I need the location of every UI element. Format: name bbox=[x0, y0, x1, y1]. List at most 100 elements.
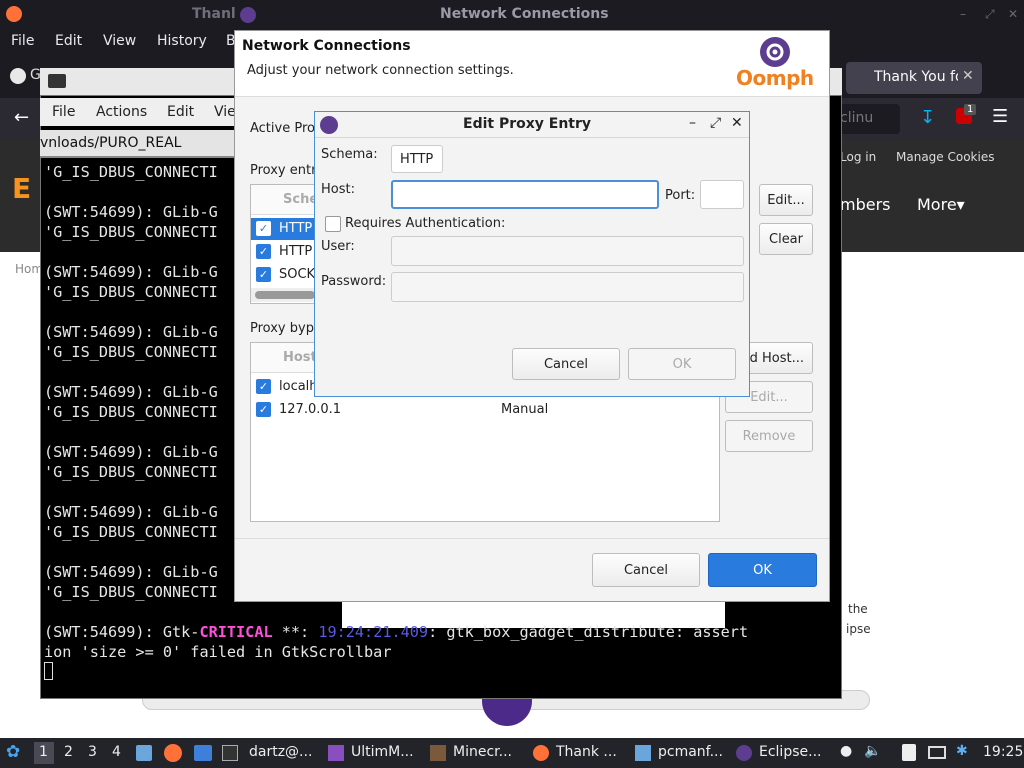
workspace-4[interactable]: 4 bbox=[112, 744, 121, 760]
checkbox[interactable]: ✓ bbox=[256, 402, 271, 417]
edit-proxy-button[interactable]: Edit... bbox=[759, 184, 813, 216]
workspace-2[interactable]: 2 bbox=[64, 744, 73, 760]
back-icon[interactable]: ← bbox=[14, 107, 29, 128]
notification-badge: 1 bbox=[964, 104, 977, 115]
task-minecraft[interactable]: Minecr... bbox=[453, 744, 512, 760]
microphone-icon[interactable]: ● bbox=[840, 743, 852, 759]
volume-icon[interactable]: 🔈 bbox=[864, 743, 881, 759]
nav-members[interactable]: mbers bbox=[840, 195, 891, 214]
table-row[interactable]: ✓ HTTP bbox=[251, 241, 319, 263]
checkbox[interactable]: ✓ bbox=[256, 221, 271, 236]
edit-proxy-titlebar: Edit Proxy Entry – ⤢ ✕ bbox=[315, 112, 749, 138]
file-manager-icon[interactable] bbox=[136, 745, 152, 761]
download-icon[interactable]: ↧ bbox=[920, 107, 935, 128]
maximize-icon[interactable]: ⤢ bbox=[710, 115, 721, 131]
bypass-host: 127.0.0.1 bbox=[279, 402, 342, 417]
network-icon[interactable] bbox=[928, 746, 946, 759]
clear-proxy-button[interactable]: Clear bbox=[759, 223, 813, 255]
checkbox[interactable]: ✓ bbox=[256, 244, 271, 259]
start-menu-icon[interactable]: ✿ bbox=[6, 742, 20, 762]
terminal-line: 'G_IS_DBUS_CONNECTI bbox=[44, 583, 218, 601]
requires-auth-label[interactable]: Requires Authentication: bbox=[345, 216, 505, 231]
ok-button[interactable]: OK bbox=[708, 553, 817, 587]
menu-file[interactable]: File bbox=[11, 33, 34, 49]
tab-thank-you[interactable]: Thank You fo ✕ bbox=[846, 62, 982, 94]
menu-view[interactable]: View bbox=[103, 33, 136, 49]
task-terminal[interactable]: dartz@... bbox=[249, 744, 312, 760]
terminal-menu-actions[interactable]: Actions bbox=[96, 104, 147, 120]
minimize-icon[interactable]: – bbox=[960, 7, 966, 21]
firefox-icon bbox=[6, 6, 22, 22]
close-icon[interactable]: ✕ bbox=[731, 115, 743, 131]
minimize-icon[interactable]: – bbox=[689, 115, 696, 131]
minecraft-icon bbox=[430, 745, 446, 761]
terminal-line: 'G_IS_DBUS_CONNECTI bbox=[44, 403, 218, 421]
firefox-icon[interactable] bbox=[164, 744, 182, 762]
folder-icon bbox=[635, 745, 651, 761]
host-input[interactable] bbox=[391, 180, 659, 209]
tab-label: Thank You fo bbox=[874, 69, 958, 85]
close-icon[interactable]: ✕ bbox=[1008, 7, 1018, 21]
taskbar: ✿ 1 2 3 4 dartz@... UltimM... Minecr... … bbox=[0, 738, 1024, 768]
terminal-line: 'G_IS_DBUS_CONNECTI bbox=[44, 223, 218, 241]
terminal-menubar: File Actions Edit Vie bbox=[40, 98, 246, 126]
terminal-tab[interactable]: vnloads/PURO_REAL bbox=[40, 130, 246, 158]
bluetooth-icon[interactable]: ✱ bbox=[956, 743, 968, 759]
edit-proxy-ok-button[interactable]: OK bbox=[628, 348, 736, 380]
menu-hamburger-icon[interactable]: ☰ bbox=[992, 106, 1008, 127]
menu-history[interactable]: History bbox=[157, 33, 207, 49]
remove-host-button[interactable]: Remove bbox=[725, 420, 813, 452]
terminal-line: 'G_IS_DBUS_CONNECTI bbox=[44, 343, 218, 361]
terminal-menu-view[interactable]: Vie bbox=[214, 104, 236, 120]
terminal-line: (SWT:54699): GLib-G bbox=[44, 383, 218, 401]
task-ultimmc[interactable]: UltimM... bbox=[351, 744, 414, 760]
login-link[interactable]: Log in bbox=[840, 150, 876, 164]
nav-more[interactable]: More▾ bbox=[917, 195, 965, 214]
edit-proxy-cancel-button[interactable]: Cancel bbox=[512, 348, 620, 380]
password-input[interactable] bbox=[391, 272, 744, 302]
table-row[interactable]: ✓ HTTP bbox=[251, 218, 319, 240]
task-pcmanfm[interactable]: pcmanf... bbox=[658, 744, 723, 760]
eclipse-icon bbox=[240, 7, 256, 23]
proxy-table-header[interactable]: Sche bbox=[251, 185, 319, 215]
proxy-entries-label: Proxy entri bbox=[250, 163, 321, 178]
critical-label: CRITICAL bbox=[199, 623, 273, 641]
proxy-table-scrollbar[interactable] bbox=[251, 288, 319, 302]
terminal-line: (SWT:54699): GLib-G bbox=[44, 563, 218, 581]
table-row[interactable]: ✓ SOCK bbox=[251, 264, 319, 286]
password-label: Password: bbox=[321, 274, 387, 289]
eclipse-icon bbox=[736, 745, 752, 761]
breadcrumb-home[interactable]: Hom bbox=[15, 262, 43, 276]
schema-label: Schema: bbox=[321, 147, 378, 162]
clipboard-icon[interactable] bbox=[902, 744, 916, 761]
checkbox[interactable]: ✓ bbox=[256, 267, 271, 282]
menu-edit[interactable]: Edit bbox=[55, 33, 82, 49]
terminal-menu-edit[interactable]: Edit bbox=[167, 104, 194, 120]
terminal-cursor bbox=[44, 662, 53, 680]
terminal-line: 'G_IS_DBUS_CONNECTI bbox=[44, 463, 218, 481]
user-input[interactable] bbox=[391, 236, 744, 266]
task-firefox[interactable]: Thank ... bbox=[556, 744, 617, 760]
desktop-icon[interactable] bbox=[194, 745, 212, 761]
table-row[interactable]: ✓ 127.0.0.1 Manual bbox=[251, 399, 719, 421]
workspace-3[interactable]: 3 bbox=[88, 744, 97, 760]
dialog-title: Network Connections bbox=[242, 38, 411, 54]
clock[interactable]: 19:25 bbox=[983, 744, 1023, 760]
maximize-icon[interactable]: ⤢ bbox=[985, 7, 995, 22]
window-title: Network Connections bbox=[440, 6, 609, 22]
requires-auth-checkbox[interactable] bbox=[325, 216, 341, 232]
terminal-line: (SWT:54699): GLib-G bbox=[44, 443, 218, 461]
tab-close-icon[interactable]: ✕ bbox=[962, 68, 1024, 84]
dialog-subtitle: Adjust your network connection settings. bbox=[247, 63, 514, 78]
manage-cookies-link[interactable]: Manage Cookies bbox=[896, 150, 994, 164]
proxy-schema: HTTP bbox=[279, 221, 313, 236]
checkbox[interactable]: ✓ bbox=[256, 379, 271, 394]
port-input[interactable] bbox=[700, 180, 744, 209]
scrollbar-thumb[interactable] bbox=[255, 291, 315, 299]
edit-proxy-title: Edit Proxy Entry bbox=[463, 116, 592, 132]
terminal-menu-file[interactable]: File bbox=[52, 104, 75, 120]
task-eclipse[interactable]: Eclipse... bbox=[759, 744, 821, 760]
cancel-button[interactable]: Cancel bbox=[592, 553, 700, 587]
terminal-timestamp: 19:24:21.409 bbox=[318, 623, 429, 641]
url-bar[interactable]: clinu bbox=[836, 104, 900, 134]
